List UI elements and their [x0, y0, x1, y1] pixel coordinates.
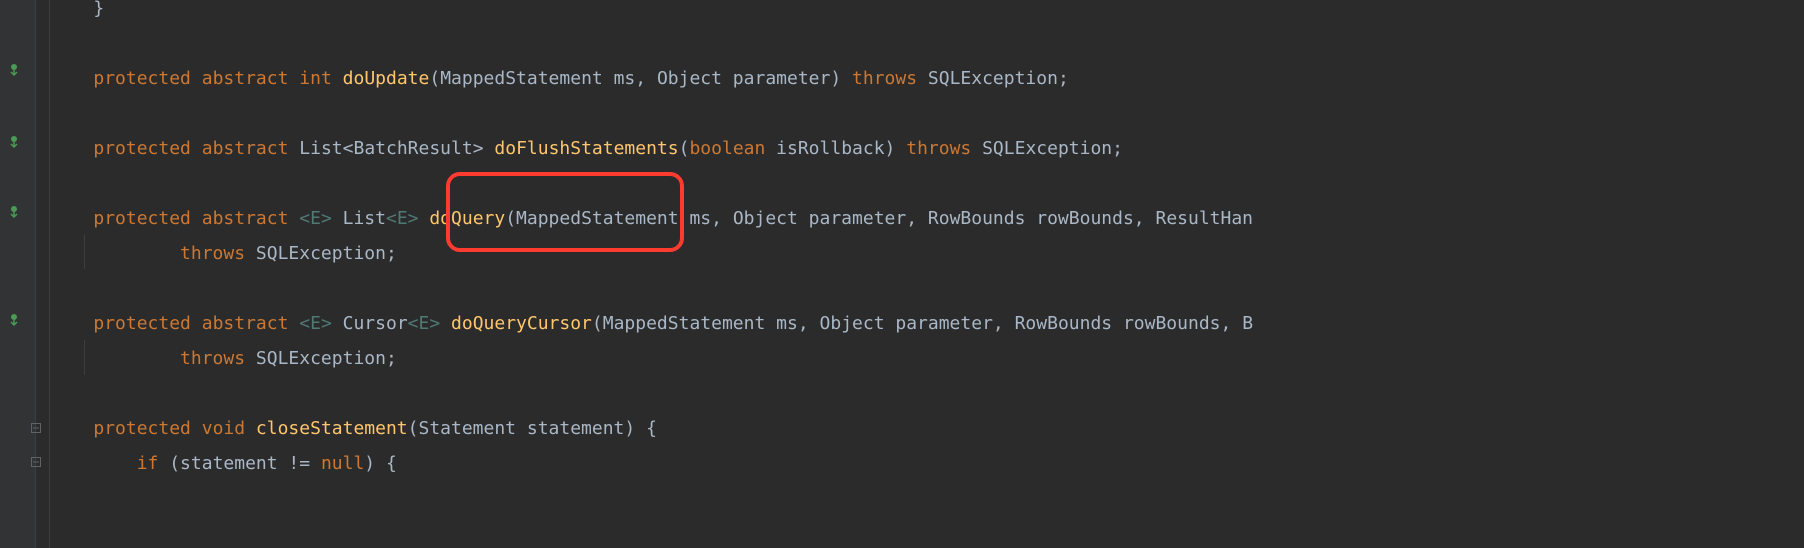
- implemented-method-icon[interactable]: [6, 312, 22, 328]
- code-token: doQuery: [429, 202, 505, 236]
- code-token: <E>: [299, 202, 332, 236]
- code-token: boolean: [689, 132, 776, 166]
- code-token: int: [299, 62, 342, 96]
- code-token: SQLException: [982, 132, 1112, 166]
- code-token: closeStatement: [256, 412, 408, 446]
- code-token: MappedStatement ms: [516, 202, 711, 236]
- code-line[interactable]: protected abstract <E> Cursor<E> doQuery…: [50, 307, 1804, 342]
- code-token: (: [408, 412, 419, 446]
- code-line[interactable]: protected abstract int doUpdate(MappedSt…: [50, 62, 1804, 97]
- code-line[interactable]: [50, 27, 1804, 62]
- code-token: throws: [180, 237, 256, 271]
- code-token: (: [505, 202, 516, 236]
- code-token: (: [429, 62, 440, 96]
- code-token: protected: [93, 412, 201, 446]
- code-token: B: [1242, 307, 1253, 341]
- code-line[interactable]: protected void closeStatement(Statement …: [50, 412, 1804, 447]
- code-token: doFlushStatements: [494, 132, 678, 166]
- code-line[interactable]: [50, 272, 1804, 307]
- code-token: List: [299, 132, 342, 166]
- code-token: protected: [93, 202, 201, 236]
- code-token: <E>: [408, 307, 441, 341]
- code-token: throws: [906, 132, 982, 166]
- code-token: ;: [1058, 62, 1069, 96]
- code-token: ): [830, 62, 852, 96]
- code-token: SQLException: [928, 62, 1058, 96]
- code-token: ) {: [624, 412, 657, 446]
- code-token: ;: [386, 237, 397, 271]
- code-token: ,: [635, 62, 657, 96]
- code-line[interactable]: [50, 377, 1804, 412]
- code-token: [440, 307, 451, 341]
- code-token: [419, 202, 430, 236]
- indent-guide: [84, 234, 85, 269]
- indent-guide: [84, 340, 85, 375]
- code-token: SQLException: [256, 342, 386, 376]
- code-token: if: [137, 447, 170, 481]
- code-token: (statement !=: [169, 447, 321, 481]
- code-line[interactable]: protected abstract <E> List<E> doQuery(M…: [50, 202, 1804, 237]
- code-token: ,: [993, 307, 1015, 341]
- code-token: doQueryCursor: [451, 307, 592, 341]
- code-token: ,: [1134, 202, 1156, 236]
- code-token: MappedStatement ms: [603, 307, 798, 341]
- code-token: List: [332, 202, 386, 236]
- code-token: ) {: [364, 447, 397, 481]
- code-token: <E>: [299, 307, 332, 341]
- code-token: RowBounds rowBounds: [928, 202, 1134, 236]
- implemented-method-icon[interactable]: [6, 204, 22, 220]
- code-token: BatchResult: [353, 132, 472, 166]
- code-token: (: [592, 307, 603, 341]
- implemented-method-icon[interactable]: [6, 134, 22, 150]
- editor-gutter: [0, 0, 36, 548]
- code-token: throws: [180, 342, 256, 376]
- code-token: ,: [711, 202, 733, 236]
- code-token: <: [343, 132, 354, 166]
- code-token: Object parameter: [657, 62, 830, 96]
- code-token: ,: [798, 307, 820, 341]
- code-line[interactable]: [50, 97, 1804, 132]
- code-token: SQLException: [256, 237, 386, 271]
- code-token: >: [473, 132, 495, 166]
- code-token: (: [679, 132, 690, 166]
- code-token: Object parameter: [820, 307, 993, 341]
- code-token: throws: [852, 62, 928, 96]
- code-token: null: [321, 447, 364, 481]
- fold-minus-icon[interactable]: [30, 456, 42, 468]
- code-line[interactable]: throws SQLException;: [50, 342, 1804, 377]
- code-token: ;: [1112, 132, 1123, 166]
- code-token: isRollback: [776, 132, 884, 166]
- code-token: ): [885, 132, 907, 166]
- code-line[interactable]: protected abstract List<BatchResult> doF…: [50, 132, 1804, 167]
- code-token: protected: [93, 62, 201, 96]
- code-token: ,: [906, 202, 928, 236]
- code-token: Cursor: [332, 307, 408, 341]
- code-editor[interactable]: } protected abstract int doUpdate(Mapped…: [50, 0, 1804, 482]
- code-line[interactable]: throws SQLException;: [50, 237, 1804, 272]
- code-token: protected: [93, 132, 201, 166]
- code-line[interactable]: if (statement != null) {: [50, 447, 1804, 482]
- code-line[interactable]: [50, 167, 1804, 202]
- code-token: abstract: [202, 202, 300, 236]
- fold-minus-icon[interactable]: [30, 422, 42, 434]
- code-token: }: [93, 0, 104, 27]
- code-token: <E>: [386, 202, 419, 236]
- code-token: Statement statement: [418, 412, 624, 446]
- code-token: RowBounds rowBounds: [1015, 307, 1221, 341]
- code-token: ,: [1221, 307, 1243, 341]
- code-token: void: [202, 412, 256, 446]
- code-token: MappedStatement ms: [440, 62, 635, 96]
- code-token: Object parameter: [733, 202, 906, 236]
- code-token: abstract: [202, 62, 300, 96]
- code-token: abstract: [202, 307, 300, 341]
- code-token: abstract: [202, 132, 300, 166]
- code-token: protected: [93, 307, 201, 341]
- implemented-method-icon[interactable]: [6, 62, 22, 78]
- code-token: ResultHan: [1155, 202, 1253, 236]
- code-line[interactable]: }: [50, 0, 1804, 27]
- code-token: ;: [386, 342, 397, 376]
- code-token: doUpdate: [343, 62, 430, 96]
